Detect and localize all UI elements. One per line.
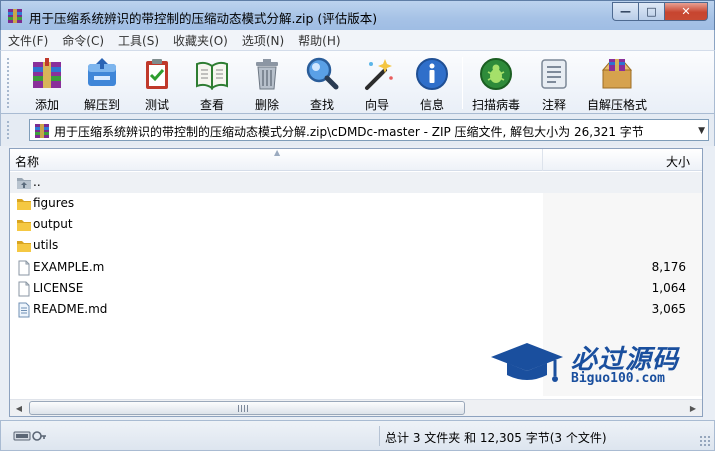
archive-icon <box>35 124 49 138</box>
menu-favorites[interactable]: 收藏夹(O) <box>173 32 228 49</box>
list-item-folder[interactable]: output <box>10 214 702 235</box>
sort-arrow-icon: ▲ <box>274 148 281 157</box>
file-icon <box>18 260 30 276</box>
resize-grip[interactable] <box>699 435 711 447</box>
status-summary: 总计 3 文件夹 和 12,305 字节(3 个文件) <box>385 431 607 445</box>
horizontal-scrollbar[interactable]: ◀ ▶ <box>10 399 702 416</box>
list-item-folder[interactable]: figures <box>10 193 702 214</box>
menu-commands[interactable]: 命令(C) <box>62 32 104 49</box>
winrar-app-icon[interactable] <box>7 8 23 24</box>
item-name: .. <box>33 175 41 189</box>
extract-to-icon <box>88 58 116 86</box>
address-bar: 用于压缩系统辨识的带控制的压缩动态模式分解.zip\cDMDc-master -… <box>0 114 715 146</box>
view-book-icon <box>196 61 228 90</box>
sfx-box-icon <box>601 59 633 89</box>
folder-up-icon <box>17 178 31 189</box>
view-button[interactable]: 查看 <box>184 55 240 113</box>
watermark-site: Biguo100.com <box>571 371 665 386</box>
menu-file[interactable]: 文件(F) <box>8 32 48 49</box>
item-size: 1,064 <box>651 281 686 295</box>
item-name: utils <box>33 238 59 252</box>
menu-help[interactable]: 帮助(H) <box>298 32 340 49</box>
scroll-left-icon[interactable]: ◀ <box>11 401 27 415</box>
item-name: output <box>33 217 73 231</box>
folder-icon <box>17 199 31 210</box>
address-field[interactable]: 用于压缩系统辨识的带控制的压缩动态模式分解.zip\cDMDc-master -… <box>29 119 709 141</box>
virus-scan-button[interactable]: 扫描病毒 <box>468 55 524 113</box>
close-button[interactable]: ✕ <box>664 2 708 21</box>
title-bar: 用于压缩系统辨识的带控制的压缩动态模式分解.zip (评估版本) — □ ✕ <box>0 0 715 30</box>
text-file-icon <box>18 302 30 318</box>
file-list[interactable]: 名称 ▲ 大小 .. figures output utils EXAMPLE.… <box>9 148 703 417</box>
column-header-size[interactable]: 大小 <box>666 149 690 171</box>
list-item-folder[interactable]: utils <box>10 235 702 256</box>
menu-bar: 文件(F) 命令(C) 工具(S) 收藏夹(O) 选项(N) 帮助(H) <box>0 30 715 50</box>
toolbar-separator <box>462 57 463 109</box>
comment-label: 注释 <box>541 98 566 112</box>
maximize-button[interactable]: □ <box>638 2 664 21</box>
scroll-right-icon[interactable]: ▶ <box>685 401 701 415</box>
info-button[interactable]: 信息 <box>404 55 460 113</box>
folder-icon <box>17 220 31 231</box>
item-name: README.md <box>33 302 108 316</box>
add-archive-icon <box>33 58 61 88</box>
wizard-wand-icon <box>365 59 393 90</box>
test-icon <box>146 59 168 89</box>
view-label: 查看 <box>199 98 224 112</box>
minimize-button[interactable]: — <box>612 2 638 21</box>
item-size: 3,065 <box>651 302 686 316</box>
find-label: 查找 <box>309 98 334 112</box>
address-grip[interactable] <box>6 120 10 140</box>
drive-key-icon[interactable] <box>13 429 47 443</box>
list-item-file[interactable]: README.md 3,065 <box>10 299 702 320</box>
delete-button[interactable]: 删除 <box>239 55 295 113</box>
folder-icon <box>17 241 31 252</box>
list-item-file[interactable]: LICENSE 1,064 <box>10 278 702 299</box>
item-size: 8,176 <box>651 260 686 274</box>
toolbar: 添加 解压到 测试 查看 删除 查找 向导 信息 扫描病毒 注释 自解压格式 <box>0 50 715 114</box>
graduation-cap-icon <box>491 343 563 382</box>
comment-button[interactable]: 注释 <box>526 55 582 113</box>
list-item-parent[interactable]: .. <box>10 172 702 193</box>
menu-options[interactable]: 选项(N) <box>242 32 284 49</box>
item-name: figures <box>33 196 75 210</box>
status-bar: 总计 3 文件夹 和 12,305 字节(3 个文件) <box>0 420 715 451</box>
item-name: LICENSE <box>33 281 84 295</box>
add-button[interactable]: 添加 <box>19 55 75 113</box>
sfx-label: 自解压格式 <box>587 98 648 112</box>
find-button[interactable]: 查找 <box>294 55 350 113</box>
column-header-name[interactable]: 名称 <box>15 149 39 171</box>
wizard-label: 向导 <box>364 98 389 112</box>
test-button[interactable]: 测试 <box>129 55 185 113</box>
wizard-button[interactable]: 向导 <box>349 55 405 113</box>
toolbar-grip[interactable] <box>6 57 10 109</box>
delete-label: 删除 <box>254 98 279 112</box>
address-path: 用于压缩系统辨识的带控制的压缩动态模式分解.zip\cDMDc-master -… <box>54 125 644 139</box>
window-title: 用于压缩系统辨识的带控制的压缩动态模式分解.zip (评估版本) <box>29 11 378 26</box>
file-icon <box>18 281 30 297</box>
virus-scan-icon <box>480 58 512 90</box>
column-divider[interactable] <box>542 149 543 171</box>
trash-icon <box>256 59 278 90</box>
chevron-down-icon[interactable]: ▼ <box>698 126 705 136</box>
extract-to-label: 解压到 <box>83 98 120 112</box>
item-name: EXAMPLE.m <box>33 260 105 274</box>
scrollbar-thumb[interactable] <box>29 401 465 415</box>
status-divider <box>379 426 380 446</box>
list-item-file[interactable]: EXAMPLE.m 8,176 <box>10 257 702 278</box>
sfx-button[interactable]: 自解压格式 <box>587 55 648 113</box>
test-label: 测试 <box>144 98 169 112</box>
magnifier-icon <box>306 57 339 90</box>
watermark-logo: 必过源码 Biguo100.com <box>489 339 689 391</box>
list-header: 名称 ▲ 大小 <box>10 149 702 171</box>
virus-scan-label: 扫描病毒 <box>471 98 520 112</box>
extract-to-button[interactable]: 解压到 <box>74 55 130 113</box>
menu-tools[interactable]: 工具(S) <box>118 32 159 49</box>
comment-icon <box>541 59 567 89</box>
add-label: 添加 <box>34 98 59 112</box>
info-icon <box>416 58 448 90</box>
info-label: 信息 <box>419 98 444 112</box>
